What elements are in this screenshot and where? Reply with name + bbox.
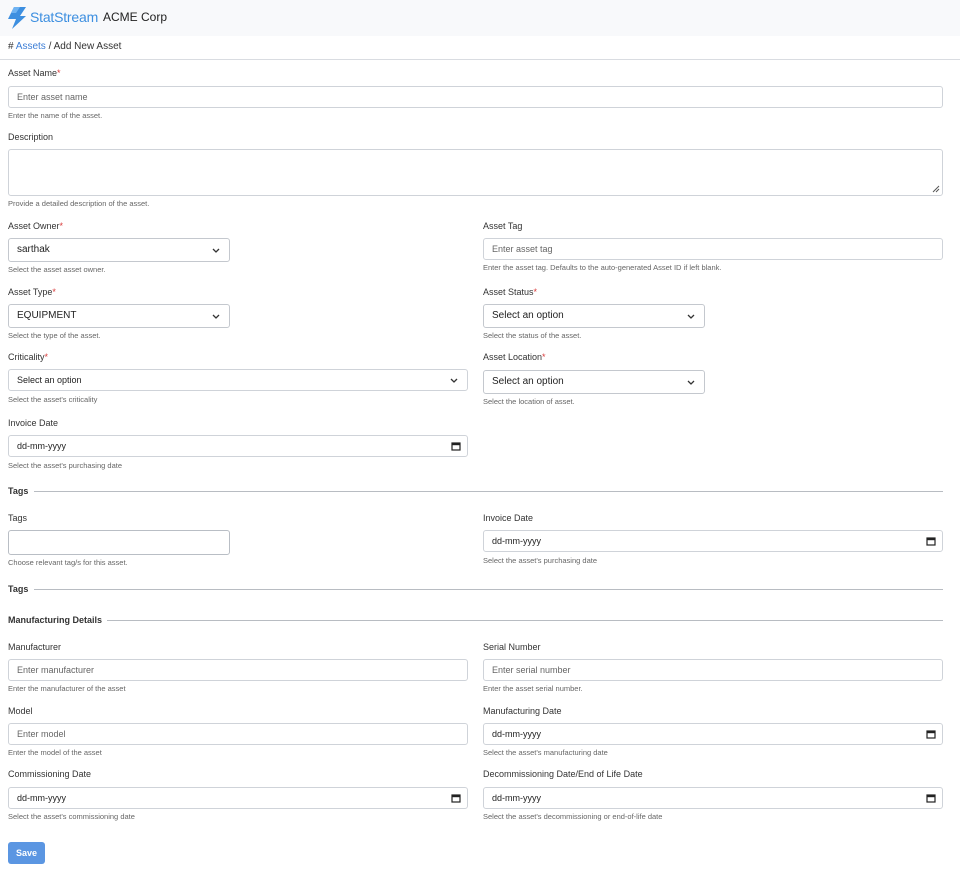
manufacturing-date-value: dd-mm-yyyy <box>492 729 541 739</box>
commissioning-date-value: dd-mm-yyyy <box>17 793 66 803</box>
serial-number-help: Enter the asset serial number. <box>483 684 583 693</box>
tags-invoice-date-value: dd-mm-yyyy <box>492 536 541 546</box>
criticality-help: Select the asset's criticality <box>8 395 98 404</box>
decommissioning-date-help: Select the asset's decommissioning or en… <box>483 812 663 821</box>
statstream-logo-icon <box>8 7 26 29</box>
description-help: Provide a detailed description of the as… <box>8 199 150 208</box>
brand-name: StatStream <box>30 9 99 25</box>
asset-location-value: Select an option <box>492 376 564 387</box>
breadcrumb-assets-link[interactable]: Assets <box>16 41 46 52</box>
serial-number-label: Serial Number <box>483 642 541 652</box>
asset-type-label: Asset Type* <box>8 287 56 297</box>
asset-status-value: Select an option <box>492 310 564 321</box>
tags-section-title: Tags <box>8 486 29 496</box>
resize-grip-icon[interactable] <box>932 185 940 193</box>
breadcrumb-divider <box>0 59 960 60</box>
required-marker: * <box>59 221 64 231</box>
calendar-icon[interactable] <box>451 793 461 803</box>
breadcrumb: # Assets / Add New Asset <box>8 41 121 52</box>
tags-section-divider-2 <box>34 589 943 590</box>
asset-location-help: Select the location of asset. <box>483 397 575 406</box>
manufacturer-input[interactable]: Enter manufacturer <box>8 659 468 681</box>
manufacturer-help: Enter the manufacturer of the asset <box>8 684 126 693</box>
decommissioning-date-input[interactable]: dd-mm-yyyy <box>483 787 943 809</box>
manufacturing-date-label: Manufacturing Date <box>483 706 562 716</box>
serial-number-input[interactable]: Enter serial number <box>483 659 943 681</box>
asset-location-select[interactable]: Select an option <box>483 370 705 394</box>
manufacturing-section-title: Manufacturing Details <box>8 615 103 625</box>
commissioning-date-input[interactable]: dd-mm-yyyy <box>8 787 468 809</box>
manufacturer-label: Manufacturer <box>8 642 62 652</box>
asset-tag-label: Asset Tag <box>483 221 523 231</box>
model-help: Enter the model of the asset <box>8 748 102 757</box>
manufacturing-section-divider <box>107 620 943 621</box>
tags-section-title-2: Tags <box>8 584 29 594</box>
description-textarea[interactable] <box>8 149 943 196</box>
breadcrumb-separator: / <box>48 41 52 52</box>
chevron-down-icon <box>687 380 695 385</box>
invoice-date-label: Invoice Date <box>8 418 59 428</box>
decommissioning-date-label: Decommissioning Date/End of Life Date <box>483 769 643 779</box>
save-button[interactable]: Save <box>8 842 45 864</box>
tags-section-divider <box>34 491 943 492</box>
tags-invoice-date-label: Invoice Date <box>483 513 534 523</box>
org-name: ACME Corp <box>103 10 168 24</box>
tags-invoice-date-help: Select the asset's purchasing date <box>483 556 598 565</box>
criticality-label: Criticality* <box>8 352 49 362</box>
required-marker: * <box>57 68 61 78</box>
commissioning-date-help: Select the asset's commissioning date <box>8 812 135 821</box>
breadcrumb-hash: # <box>8 41 14 52</box>
decommissioning-date-value: dd-mm-yyyy <box>492 793 541 803</box>
asset-status-help: Select the status of the asset. <box>483 331 582 340</box>
description-label: Description <box>8 132 54 142</box>
asset-owner-label: Asset Owner* <box>8 221 64 231</box>
asset-tag-input[interactable]: Enter asset tag <box>483 238 943 260</box>
asset-location-label: Asset Location* <box>483 352 546 362</box>
asset-status-select[interactable]: Select an option <box>483 304 705 328</box>
breadcrumb-current: Add New Asset <box>53 41 122 52</box>
chevron-down-icon <box>687 314 695 319</box>
chevron-down-icon <box>450 378 458 383</box>
invoice-date-value: dd-mm-yyyy <box>17 441 66 451</box>
asset-type-select[interactable]: EQUIPMENT <box>8 304 230 328</box>
model-input[interactable]: Enter model <box>8 723 468 745</box>
required-marker: * <box>44 352 49 362</box>
calendar-icon[interactable] <box>926 793 936 803</box>
asset-owner-value: sarthak <box>17 244 50 255</box>
chevron-down-icon <box>212 314 220 319</box>
required-marker: * <box>52 287 56 297</box>
asset-tag-help: Enter the asset tag. Defaults to the aut… <box>483 263 722 272</box>
tags-help: Choose relevant tag/s for this asset. <box>8 558 128 567</box>
calendar-icon[interactable] <box>451 441 461 451</box>
commissioning-date-label: Commissioning Date <box>8 769 92 779</box>
asset-type-value: EQUIPMENT <box>17 310 77 321</box>
tags-invoice-date-input[interactable]: dd-mm-yyyy <box>483 530 943 552</box>
manufacturing-date-input[interactable]: dd-mm-yyyy <box>483 723 943 745</box>
asset-owner-select[interactable]: sarthak <box>8 238 230 262</box>
calendar-icon[interactable] <box>926 729 936 739</box>
criticality-select[interactable]: Select an option <box>8 369 468 391</box>
calendar-icon[interactable] <box>926 536 936 546</box>
criticality-value: Select an option <box>17 375 82 385</box>
tags-input[interactable] <box>8 530 230 555</box>
asset-owner-help: Select the asset asset owner. <box>8 265 106 274</box>
asset-type-help: Select the type of the asset. <box>8 331 101 340</box>
invoice-date-help: Select the asset's purchasing date <box>8 461 123 470</box>
model-label: Model <box>8 706 33 716</box>
required-marker: * <box>533 287 538 297</box>
asset-status-label: Asset Status* <box>483 287 538 297</box>
tags-label: Tags <box>8 513 28 523</box>
invoice-date-input[interactable]: dd-mm-yyyy <box>8 435 468 457</box>
chevron-down-icon <box>212 248 220 253</box>
required-marker: * <box>542 352 546 362</box>
asset-name-input[interactable]: Enter asset name <box>8 86 943 108</box>
top-bar: StatStream ACME Corp <box>0 0 960 36</box>
manufacturing-date-help: Select the asset's manufacturing date <box>483 748 608 757</box>
asset-name-label: Asset Name* <box>8 68 61 78</box>
asset-name-help: Enter the name of the asset. <box>8 111 103 120</box>
